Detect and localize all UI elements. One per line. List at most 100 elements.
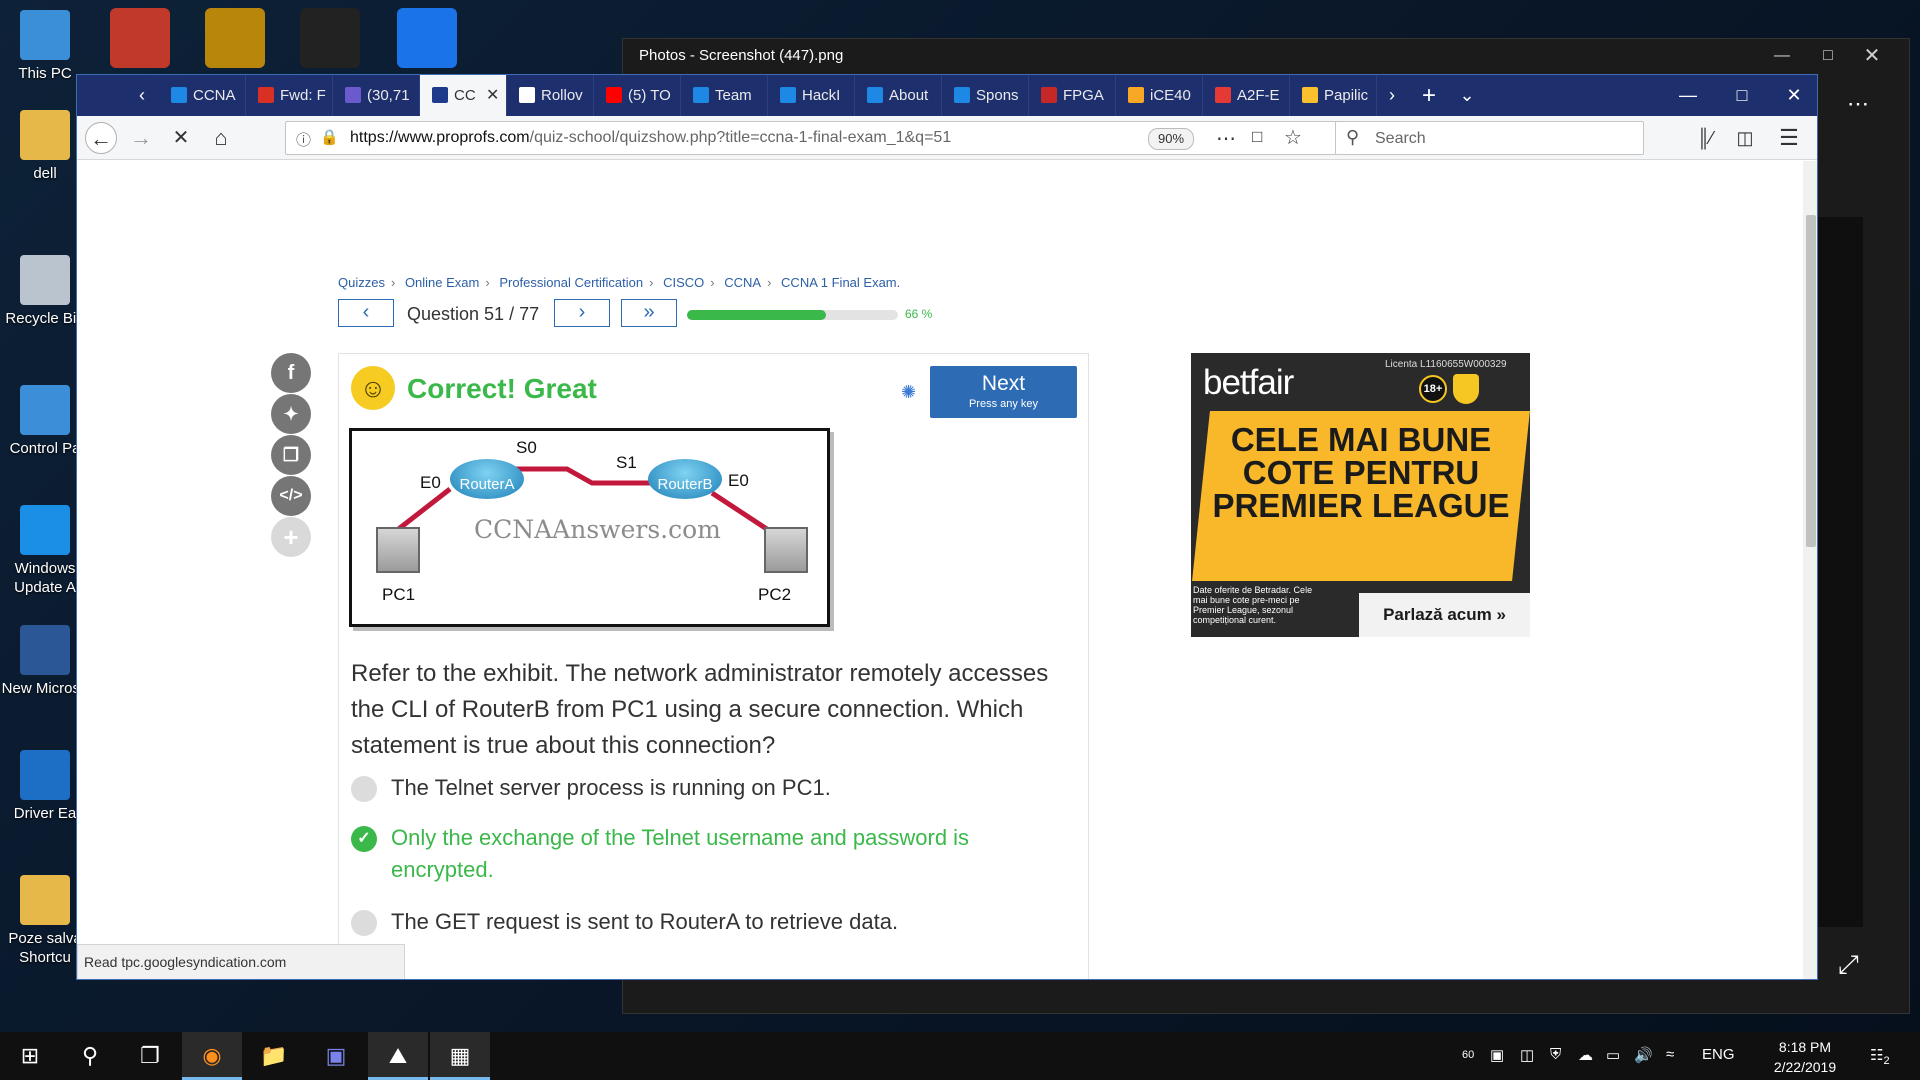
tab[interactable]: CCNA	[159, 75, 246, 116]
tab[interactable]: Papilic	[1290, 75, 1377, 116]
last-question-button[interactable]: »	[621, 299, 677, 327]
wifi-icon[interactable]: ≈	[1666, 1046, 1674, 1063]
vertical-scrollbar[interactable]	[1803, 161, 1817, 979]
tab[interactable]: Fwd: F	[246, 75, 333, 116]
photos-app-icon[interactable]: ⛰	[368, 1032, 428, 1080]
lt-shortcut-icon[interactable]	[300, 8, 360, 68]
copy-icon[interactable]: ❐	[271, 435, 311, 475]
answer-option[interactable]: The GET request is sent to RouterA to re…	[351, 906, 1071, 938]
start-windows-icon[interactable]: ⊞	[0, 1032, 60, 1080]
tab[interactable]: Team	[681, 75, 768, 116]
photos-minimize-button[interactable]: —	[1759, 41, 1805, 71]
app-shortcut-icon[interactable]	[110, 8, 170, 68]
radio-icon[interactable]	[351, 776, 377, 802]
tab[interactable]: About	[855, 75, 942, 116]
task-view-icon[interactable]: ❐	[120, 1032, 180, 1080]
lock-warning-icon[interactable]: 🔒	[320, 128, 339, 146]
minimize-button[interactable]: —	[1663, 75, 1713, 116]
facebook-icon[interactable]: f	[271, 353, 311, 393]
battery-icon[interactable]: ▭	[1606, 1046, 1620, 1064]
page-actions-icon[interactable]: ⋯	[1216, 126, 1236, 151]
teams-tray-icon[interactable]: ▣	[1490, 1046, 1504, 1064]
next-button[interactable]: Next Press any key	[930, 366, 1077, 418]
forward-button[interactable]: →	[125, 122, 157, 154]
photos-close-button[interactable]: ✕	[1849, 41, 1895, 71]
language-indicator[interactable]: ENG	[1702, 1046, 1735, 1063]
menu-icon[interactable]: ☰	[1773, 122, 1805, 154]
answer-option-correct[interactable]: ✓ Only the exchange of the Telnet userna…	[351, 822, 1071, 886]
search-icon[interactable]: ⚲	[60, 1032, 120, 1080]
tab[interactable]: Rollov	[507, 75, 594, 116]
file-explorer-icon[interactable]: 📁	[244, 1032, 304, 1080]
close-tab-icon[interactable]: ✕	[486, 75, 499, 116]
breadcrumb-separator: ›	[767, 275, 772, 290]
breadcrumb-link[interactable]: Professional Certification	[499, 275, 643, 290]
radio-icon[interactable]	[351, 910, 377, 936]
photos-maximize-button[interactable]: □	[1805, 41, 1851, 71]
router-b-icon: RouterB	[648, 459, 722, 499]
url-bar[interactable]: ⓘ 🔒 https://www.proprofs.com/quiz-school…	[285, 121, 1337, 155]
plus-icon[interactable]: +	[271, 517, 311, 557]
clock[interactable]: 8:18 PM 2/22/2019	[1760, 1037, 1850, 1077]
answer-option[interactable]: The Telnet server process is running on …	[351, 772, 1071, 804]
notification-center-icon[interactable]: ☷2	[1870, 1046, 1890, 1067]
expand-icon[interactable]: ⤢	[1838, 949, 1859, 981]
stop-button[interactable]: ✕	[165, 122, 197, 154]
firefox-window: ‹ CCNA Fwd: F (30,71 CC ✕ Rollov (5) TO T…	[76, 74, 1818, 980]
tab[interactable]: iCE40	[1116, 75, 1203, 116]
teamviewer-icon[interactable]	[397, 8, 457, 68]
embed-code-icon[interactable]: </>	[271, 476, 311, 516]
breadcrumb-link[interactable]: CCNA	[724, 275, 761, 290]
breadcrumb-link[interactable]: CCNA 1 Final Exam.	[781, 275, 900, 290]
pocket-icon[interactable]: □	[1252, 127, 1262, 147]
e0-right-label: E0	[728, 471, 749, 490]
new-tab-button[interactable]: +	[1411, 75, 1447, 116]
tab[interactable]: HackI	[768, 75, 855, 116]
tab-scroll-right-button[interactable]: ›	[1377, 75, 1407, 116]
library-icon[interactable]: ║⁄	[1689, 122, 1721, 154]
firefox-icon[interactable]: ◉	[182, 1032, 242, 1080]
home-icon[interactable]: ⌂	[205, 122, 237, 154]
tab[interactable]: Spons	[942, 75, 1029, 116]
e0-left-label: E0	[420, 473, 441, 492]
tab-active[interactable]: CC ✕	[420, 75, 507, 116]
security-tray-icon[interactable]: ⛨	[1550, 1046, 1561, 1063]
search-bar[interactable]: ⚲ Search	[1335, 121, 1644, 155]
maximize-button[interactable]: □	[1717, 75, 1767, 116]
checkmark-icon[interactable]: ✓	[351, 826, 377, 852]
breadcrumb-link[interactable]: CISCO	[663, 275, 704, 290]
back-button[interactable]: ←	[85, 122, 117, 154]
control-panel-icon	[20, 385, 70, 435]
ad-cta-button[interactable]: Parlază acum »	[1359, 593, 1530, 637]
twitter-icon[interactable]: ✦	[271, 394, 311, 434]
tab[interactable]: (30,71	[333, 75, 420, 116]
calculator-icon[interactable]: ▦	[430, 1032, 490, 1080]
tab[interactable]: FPGA	[1029, 75, 1116, 116]
onedrive-tray-icon[interactable]: ☁	[1578, 1046, 1593, 1064]
volume-icon[interactable]: 🔊	[1634, 1046, 1653, 1064]
zoom-indicator[interactable]: 90%	[1148, 128, 1194, 150]
desktop-icon-this-pc[interactable]: This PC	[0, 10, 90, 83]
betfair-ad[interactable]: betfair Licenta L1160655W000329 18+ CELE…	[1191, 353, 1530, 637]
scrollbar-thumb[interactable]	[1806, 215, 1816, 547]
breadcrumb-link[interactable]: Quizzes	[338, 275, 385, 290]
crest-icon	[1453, 374, 1479, 404]
url-text[interactable]: https://www.proprofs.com/quiz-school/qui…	[350, 129, 951, 147]
network-tray-icon[interactable]: ◫	[1520, 1046, 1534, 1064]
breadcrumb-link[interactable]: Online Exam	[405, 275, 479, 290]
sidebar-icon[interactable]: ◫	[1729, 122, 1761, 154]
previous-question-button[interactable]: ‹	[338, 299, 394, 327]
next-question-button[interactable]: ›	[554, 299, 610, 327]
mail-shortcut-icon[interactable]	[205, 8, 265, 68]
teams-icon[interactable]: ▣	[306, 1032, 366, 1080]
clock-time: 8:18 PM	[1778, 1039, 1832, 1055]
close-window-button[interactable]: ✕	[1769, 75, 1817, 116]
bookmark-star-icon[interactable]: ☆	[1284, 125, 1302, 150]
tab-scroll-left-button[interactable]: ‹	[127, 75, 157, 116]
page-content: Quizzes › Online Exam › Professional Certi…	[77, 161, 1803, 979]
tab[interactable]: (5) TO	[594, 75, 681, 116]
ellipsis-icon[interactable]: ⋯	[1847, 91, 1869, 117]
info-icon[interactable]: ⓘ	[296, 129, 311, 150]
list-tabs-button[interactable]: ⌄	[1449, 75, 1485, 116]
tab[interactable]: A2F-E	[1203, 75, 1290, 116]
